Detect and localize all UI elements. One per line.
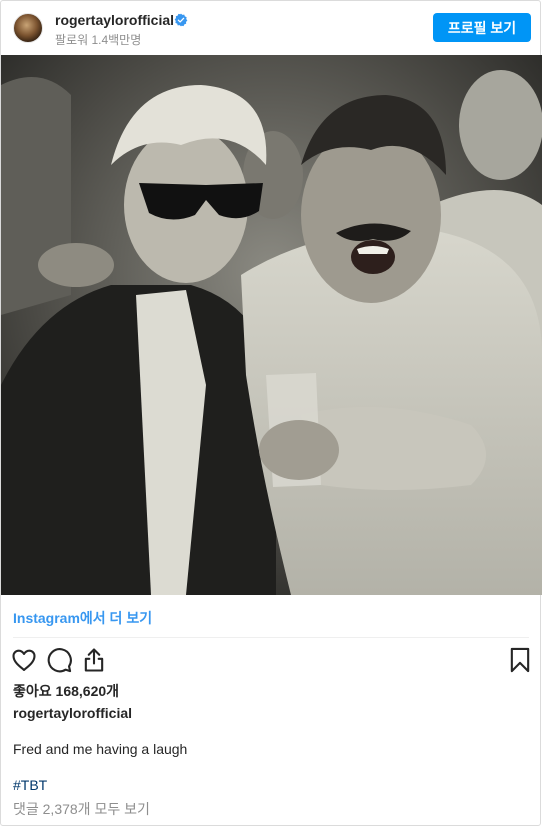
username[interactable]: rogertaylorofficial xyxy=(55,12,174,28)
view-more-on-instagram-link[interactable]: Instagram에서 더 보기 xyxy=(13,608,152,628)
hashtag-link[interactable]: #TBT xyxy=(13,777,47,793)
post-photo[interactable] xyxy=(1,55,542,595)
share-icon[interactable] xyxy=(80,646,108,674)
avatar[interactable] xyxy=(13,13,43,43)
view-profile-button[interactable]: 프로필 보기 xyxy=(433,13,531,42)
caption-username[interactable]: rogertaylorofficial xyxy=(13,705,132,721)
view-all-comments-link[interactable]: 댓글 2,378개 모두 보기 xyxy=(13,799,150,819)
follower-count: 팔로워 1.4백만명 xyxy=(55,33,142,47)
photo-image xyxy=(1,55,542,595)
verified-badge-icon xyxy=(174,13,188,27)
like-count[interactable]: 좋아요 168,620개 xyxy=(13,681,119,701)
heart-icon[interactable] xyxy=(10,646,38,674)
caption-text: Fred and me having a laugh xyxy=(13,741,188,757)
bookmark-icon[interactable] xyxy=(506,646,534,674)
instagram-embed-card: rogertaylorofficial 팔로워 1.4백만명 프로필 보기 In… xyxy=(0,0,542,826)
post-header: rogertaylorofficial 팔로워 1.4백만명 프로필 보기 xyxy=(1,1,542,55)
divider xyxy=(13,637,529,638)
comment-icon[interactable] xyxy=(45,646,73,674)
